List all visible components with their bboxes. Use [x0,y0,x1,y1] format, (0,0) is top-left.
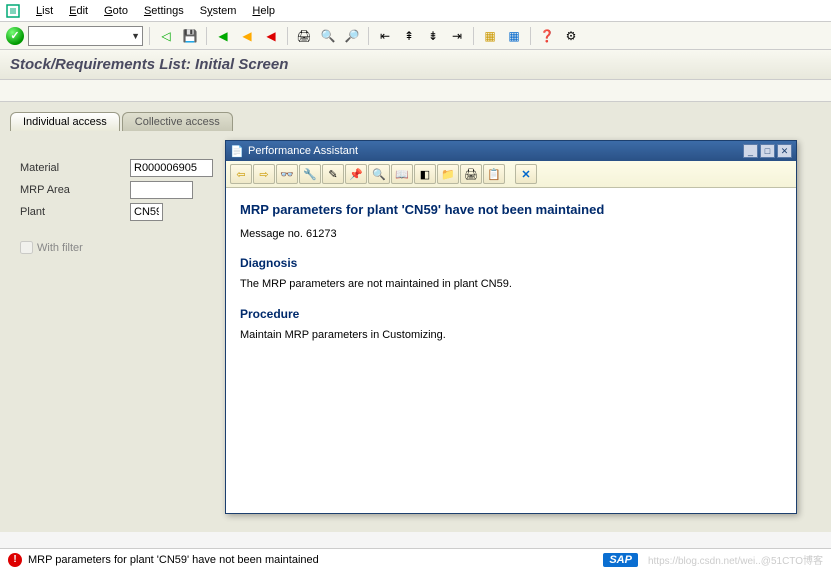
main-toolbar: ✓ ▼ ◁ 💾 ◀ ◀ ◀ 🖨 🔍 🔎 ⇤ ⇞ ⇟ ⇥ ▦ ▦ ❓ ⚙ [0,22,831,50]
menu-settings[interactable]: Settings [144,5,184,17]
procedure-text: Maintain MRP parameters in Customizing. [240,327,782,344]
withfilter-checkbox[interactable] [20,241,33,254]
procedure-heading: Procedure [240,305,782,323]
find-button[interactable]: 🔍 [318,26,338,46]
prev-page-button[interactable]: ⇞ [399,26,419,46]
pin-button[interactable]: 📌 [345,164,367,184]
application-toolbar [0,80,831,102]
menu-goto[interactable]: Goto [104,5,128,17]
menu-list[interactable]: List [36,5,53,17]
menu-help[interactable]: Help [252,5,275,17]
close-button[interactable]: ✕ [777,144,792,158]
back-button[interactable]: ◁ [156,26,176,46]
find-next-button[interactable]: 🔎 [342,26,362,46]
separator [149,27,150,45]
mrparea-input[interactable] [130,181,193,199]
app-menu-icon[interactable] [6,4,20,18]
last-page-button[interactable]: ⇥ [447,26,467,46]
first-page-button[interactable]: ⇤ [375,26,395,46]
new-session-button[interactable]: ▦ [480,26,500,46]
tab-strip: Individual access Collective access [10,112,821,131]
plant-input[interactable] [130,203,163,221]
enter-button[interactable]: ✓ [6,27,24,45]
tab-collective-access[interactable]: Collective access [122,112,233,131]
app-help-button[interactable]: ◧ [414,164,436,184]
assistant-message-no: Message no. 61273 [240,226,782,243]
status-message: MRP parameters for plant 'CN59' have not… [28,554,319,566]
separator [206,27,207,45]
assistant-title-icon: 📄 [230,145,244,158]
diagnosis-text: The MRP parameters are not maintained in… [240,276,782,293]
save-button[interactable]: 💾 [180,26,200,46]
assistant-title: Performance Assistant [248,145,358,157]
menubar: List Edit Goto Settings System Help [0,0,831,22]
exit-button[interactable]: ◀ [237,26,257,46]
tab-individual-access[interactable]: Individual access [10,112,120,131]
material-input[interactable] [130,159,213,177]
dropdown-icon: ▼ [131,31,140,41]
customize-button[interactable]: ⚙ [561,26,581,46]
watermark: https://blog.csdn.net/wei..@51CTO博客 [648,552,823,567]
minimize-button[interactable]: _ [743,144,758,158]
nav-back-button[interactable]: ⇦ [230,164,252,184]
assistant-heading: MRP parameters for plant 'CN59' have not… [240,200,782,220]
diagnosis-heading: Diagnosis [240,254,782,272]
assistant-body: MRP parameters for plant 'CN59' have not… [226,188,796,516]
menu-edit[interactable]: Edit [69,5,88,17]
next-page-button[interactable]: ⇟ [423,26,443,46]
separator [530,27,531,45]
book-button[interactable]: 📖 [391,164,413,184]
nav-forward-button[interactable]: ⇨ [253,164,275,184]
withfilter-label: With filter [37,242,83,254]
error-icon: ! [8,553,22,567]
mrparea-label: MRP Area [20,184,130,196]
statusbar: ! MRP parameters for plant 'CN59' have n… [0,548,831,570]
help-button[interactable]: ❓ [537,26,557,46]
assistant-titlebar[interactable]: 📄 Performance Assistant _ □ ✕ [226,141,796,161]
command-field[interactable]: ▼ [28,26,143,46]
separator [368,27,369,45]
close-toolbar-button[interactable]: ✕ [515,164,537,184]
menu-system[interactable]: System [200,5,237,17]
print-button[interactable]: 🖨 [294,26,314,46]
glasses-button[interactable]: 👓 [276,164,298,184]
shortcut-button[interactable]: ▦ [504,26,524,46]
edit-button[interactable]: ✎ [322,164,344,184]
search-button[interactable]: 🔍 [368,164,390,184]
separator [473,27,474,45]
separator [287,27,288,45]
folder-button[interactable]: 📁 [437,164,459,184]
cancel-button[interactable]: ◀ [261,26,281,46]
tech-info-button[interactable]: 🔧 [299,164,321,184]
material-label: Material [20,162,130,174]
performance-assistant-window: 📄 Performance Assistant _ □ ✕ ⇦ ⇨ 👓 🔧 ✎ … [225,140,797,514]
maximize-button[interactable]: □ [760,144,775,158]
back-green-button[interactable]: ◀ [213,26,233,46]
print-button-2[interactable]: 🖨 [460,164,482,184]
assistant-toolbar: ⇦ ⇨ 👓 🔧 ✎ 📌 🔍 📖 ◧ 📁 🖨 📋 ✕ [226,161,796,188]
page-title: Stock/Requirements List: Initial Screen [10,56,821,73]
plant-label: Plant [20,206,130,218]
sap-logo: SAP [603,553,638,567]
copy-button[interactable]: 📋 [483,164,505,184]
title-bar: Stock/Requirements List: Initial Screen [0,50,831,80]
